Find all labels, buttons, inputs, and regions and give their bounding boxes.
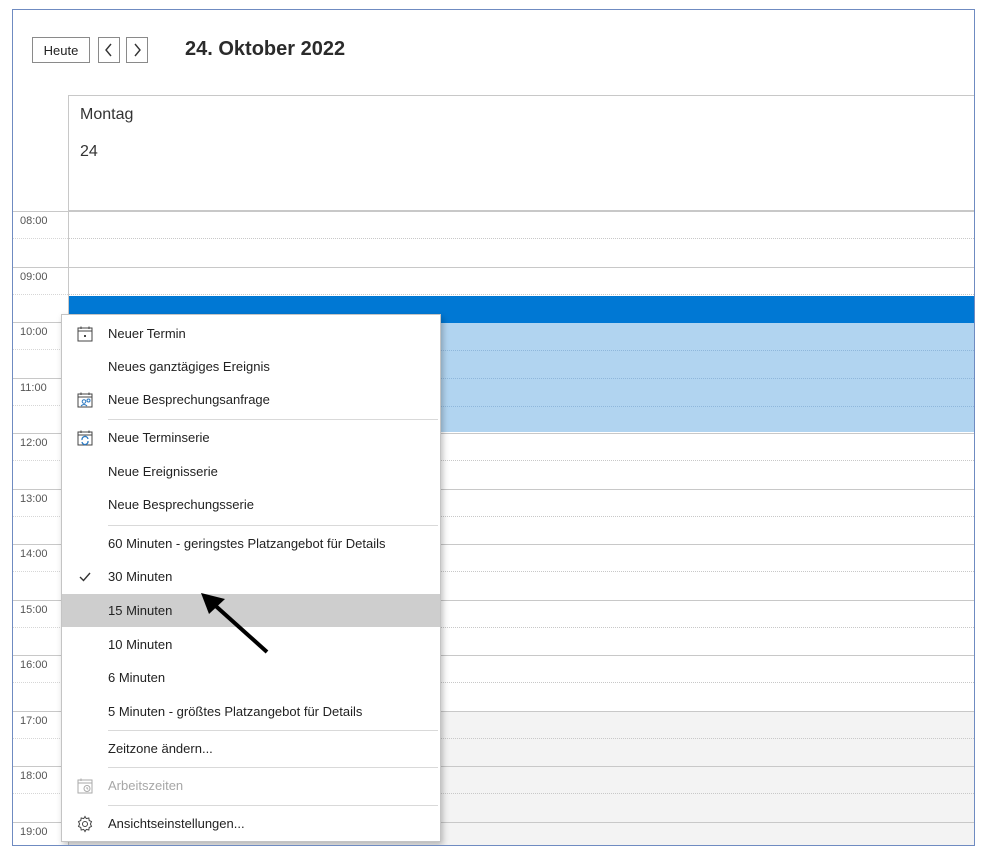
context-menu: Neuer Termin Neues ganztägiges Ereignis …	[61, 314, 441, 842]
menu-separator	[108, 525, 438, 526]
menu-item-label: Neue Ereignisserie	[108, 464, 218, 479]
work-hours-icon	[75, 776, 95, 796]
date-title: 24. Oktober 2022	[185, 38, 346, 60]
hour-label: 09:00	[20, 270, 48, 283]
menu-item-change-time-zone[interactable]: Zeitzone ändern...	[62, 732, 440, 765]
menu-item-30-minutes[interactable]: 30 Minuten	[62, 560, 440, 593]
half-hour-tick	[13, 626, 68, 628]
meeting-request-icon	[75, 390, 95, 410]
half-hour-tick	[13, 238, 68, 239]
menu-separator	[108, 805, 438, 806]
previous-day-button[interactable]	[98, 37, 120, 63]
menu-item-label: Neues ganztägiges Ereignis	[108, 359, 270, 374]
day-column-header[interactable]: Montag 24	[68, 95, 974, 211]
menu-separator	[108, 767, 438, 768]
half-hour-tick	[13, 460, 68, 461]
pointer-arrow-icon	[201, 593, 269, 654]
hour-label: 10:00	[20, 326, 48, 338]
hour-divider	[13, 211, 974, 212]
hour-label: 14:00	[20, 548, 48, 560]
hour-label: 15:00	[20, 603, 48, 616]
hour-divider	[13, 266, 974, 268]
menu-separator	[108, 730, 438, 731]
hour-label: 12:00	[20, 437, 48, 449]
menu-item-label: 6 Minuten	[108, 670, 166, 685]
menu-item-label: Neue Besprechungsserie	[108, 497, 254, 512]
menu-item-view-settings[interactable]: Ansichtseinstellungen...	[62, 807, 440, 840]
half-hour-tick	[13, 793, 68, 794]
hour-label: 16:00	[20, 659, 48, 671]
hour-label: 19:00	[20, 825, 48, 838]
hour-row[interactable]: 08:00	[13, 211, 974, 266]
menu-item-label: 15 Minuten	[108, 603, 173, 618]
menu-item-5-minutes[interactable]: 5 Minuten - größtes Platzangebot für Det…	[62, 695, 440, 728]
checkmark-icon	[75, 567, 95, 587]
half-hour-tick	[13, 682, 68, 683]
hour-label: 11:00	[20, 381, 47, 394]
menu-item-label: 60 Minuten - geringstes Platzangebot für…	[108, 536, 386, 551]
hour-label: 17:00	[20, 714, 48, 727]
menu-item-label: Neue Terminserie	[108, 430, 210, 445]
hour-label: 13:00	[20, 492, 48, 505]
menu-item-60-minutes[interactable]: 60 Minuten - geringstes Platzangebot für…	[62, 527, 440, 560]
calendar-window: Heute 24. Oktober 2022 Montag 24 08:00 09…	[12, 9, 975, 846]
menu-item-label: Neue Besprechungsanfrage	[108, 392, 270, 407]
menu-item-label: Zeitzone ändern...	[108, 741, 213, 756]
menu-item-label: 30 Minuten	[108, 569, 173, 584]
half-hour-tick	[13, 404, 68, 406]
day-number: 24	[80, 143, 98, 160]
menu-item-work-hours: Arbeitszeiten	[62, 769, 440, 802]
menu-item-new-meeting-series[interactable]: Neue Besprechungsserie	[62, 488, 440, 521]
gear-icon	[75, 814, 95, 834]
menu-item-6-minutes[interactable]: 6 Minuten	[62, 661, 440, 694]
day-name: Montag	[80, 106, 134, 123]
half-hour-tick	[13, 515, 68, 517]
menu-item-label: Neuer Termin	[108, 326, 186, 341]
half-hour-divider	[69, 293, 974, 295]
menu-item-new-event-series[interactable]: Neue Ereignisserie	[62, 455, 440, 488]
chevron-right-icon	[132, 43, 142, 57]
half-hour-tick	[13, 293, 68, 295]
calendar-icon	[75, 324, 95, 344]
menu-item-label: Ansichtseinstellungen...	[108, 816, 245, 831]
recurring-appointment-icon	[75, 428, 95, 448]
menu-item-new-all-day-event[interactable]: Neues ganztägiges Ereignis	[62, 350, 440, 383]
half-hour-tick	[13, 349, 68, 350]
half-hour-divider	[69, 238, 974, 239]
chevron-left-icon	[104, 43, 114, 57]
hour-label: 18:00	[20, 770, 48, 782]
hour-label: 08:00	[20, 215, 48, 227]
half-hour-tick	[13, 571, 68, 572]
menu-separator	[108, 419, 438, 420]
menu-item-label: Arbeitszeiten	[108, 778, 184, 793]
next-day-button[interactable]	[126, 37, 148, 63]
menu-item-label: 5 Minuten - größtes Platzangebot für Det…	[108, 704, 363, 719]
menu-item-new-appointment[interactable]: Neuer Termin	[62, 317, 440, 350]
half-hour-tick	[13, 737, 68, 739]
today-button[interactable]: Heute	[32, 37, 90, 63]
menu-item-new-recurring-appointment[interactable]: Neue Terminserie	[62, 421, 440, 454]
menu-item-new-meeting-request[interactable]: Neue Besprechungsanfrage	[62, 383, 440, 416]
menu-item-label: 10 Minuten	[108, 637, 173, 652]
